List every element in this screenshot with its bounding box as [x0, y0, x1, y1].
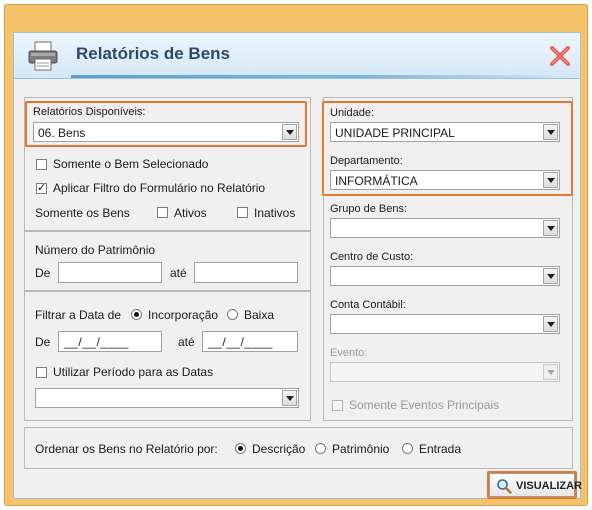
ativos-label: Ativos	[174, 206, 207, 220]
title-bar: Relatórios de Bens	[13, 32, 581, 79]
magnifier-icon	[497, 479, 512, 494]
departamento-select[interactable]: INFORMÁTICA	[330, 170, 560, 190]
filtrar-data-label: Filtrar a Data de	[35, 308, 122, 322]
evento-select	[330, 362, 560, 382]
inativos-label: Inativos	[254, 206, 296, 220]
centro-select[interactable]	[330, 266, 560, 286]
departamento-label: Departamento:	[330, 155, 403, 167]
chevron-down-icon	[543, 364, 558, 380]
utilizar-periodo-label: Utilizar Período para as Datas	[53, 365, 214, 379]
patrimonio-label: Número do Patrimônio	[35, 243, 156, 257]
grupo-label: Grupo de Bens:	[330, 203, 408, 215]
visualizar-button[interactable]: VISUALIZAR	[489, 473, 582, 497]
relatorios-value: 06. Bens	[38, 126, 86, 140]
evento-label: Evento:	[330, 347, 368, 359]
data-de-label: De	[35, 335, 51, 349]
patrimonio-ate-label: até	[170, 266, 187, 280]
window-title: Relatórios de Bens	[76, 44, 230, 63]
patrimonio-de-label: De	[35, 266, 51, 280]
report-window: Relatórios de Bens Relatórios Disponívei…	[4, 4, 588, 506]
aplicar-filtro-checkbox[interactable]	[36, 181, 47, 194]
utilizar-periodo-checkbox[interactable]	[36, 367, 47, 378]
ordenar-label: Ordenar os Bens no Relatório por:	[35, 442, 218, 456]
ordenar-entrada-label: Entrada	[419, 442, 462, 456]
close-icon[interactable]	[547, 43, 573, 69]
data-ate-label: até	[178, 335, 195, 349]
visualizar-label: VISUALIZAR	[516, 480, 582, 492]
grupo-select[interactable]	[330, 218, 560, 238]
chevron-down-icon[interactable]	[543, 268, 558, 284]
somente-bem-label: Somente o Bem Selecionado	[53, 157, 209, 171]
data-ate-input[interactable]: __/__/____	[202, 331, 298, 352]
ordenar-patrimonio-radio[interactable]	[315, 443, 326, 454]
relatorios-select[interactable]: 06. Bens	[33, 122, 299, 142]
data-de-input[interactable]: __/__/____	[58, 331, 162, 352]
chevron-down-icon[interactable]	[282, 390, 297, 406]
ativos-checkbox[interactable]	[157, 207, 168, 218]
unidade-select[interactable]: UNIDADE PRINCIPAL	[330, 122, 560, 142]
patrimonio-ate-input[interactable]	[194, 262, 298, 283]
title-underline	[71, 75, 571, 78]
conta-label: Conta Contábil:	[330, 299, 406, 311]
patrimonio-de-input[interactable]	[58, 262, 162, 283]
ordenar-patrimonio-label: Patrimônio	[332, 442, 390, 456]
incorporacao-label: Incorporação	[148, 308, 219, 322]
baixa-label: Baixa	[244, 308, 275, 322]
unidade-label: Unidade:	[330, 107, 375, 119]
baixa-radio[interactable]	[227, 309, 238, 320]
relatorios-label: Relatórios Disponíveis:	[33, 106, 146, 118]
ordenar-descricao-label: Descrição	[252, 442, 306, 456]
chevron-down-icon[interactable]	[543, 124, 558, 140]
somente-bem-checkbox[interactable]	[36, 159, 47, 170]
somente-eventos-label: Somente Eventos Principais	[349, 398, 500, 412]
centro-label: Centro de Custo:	[330, 251, 414, 263]
dialog-body: Relatórios Disponíveis: 06. Bens Somente…	[13, 79, 581, 499]
conta-select[interactable]	[330, 314, 560, 334]
inativos-checkbox[interactable]	[237, 207, 248, 218]
chevron-down-icon[interactable]	[282, 124, 297, 140]
ordenar-entrada-radio[interactable]	[402, 443, 413, 454]
chevron-down-icon[interactable]	[543, 172, 558, 188]
printer-icon	[28, 41, 58, 71]
chevron-down-icon[interactable]	[543, 220, 558, 236]
aplicar-filtro-label: Aplicar Filtro do Formulário no Relatóri…	[53, 181, 266, 195]
somente-os-bens-label: Somente os Bens	[35, 206, 130, 220]
chevron-down-icon[interactable]	[543, 316, 558, 332]
ordenar-descricao-radio[interactable]	[235, 443, 246, 454]
incorporacao-radio[interactable]	[131, 309, 142, 320]
periodo-select[interactable]	[35, 388, 299, 408]
somente-eventos-checkbox	[332, 400, 343, 411]
